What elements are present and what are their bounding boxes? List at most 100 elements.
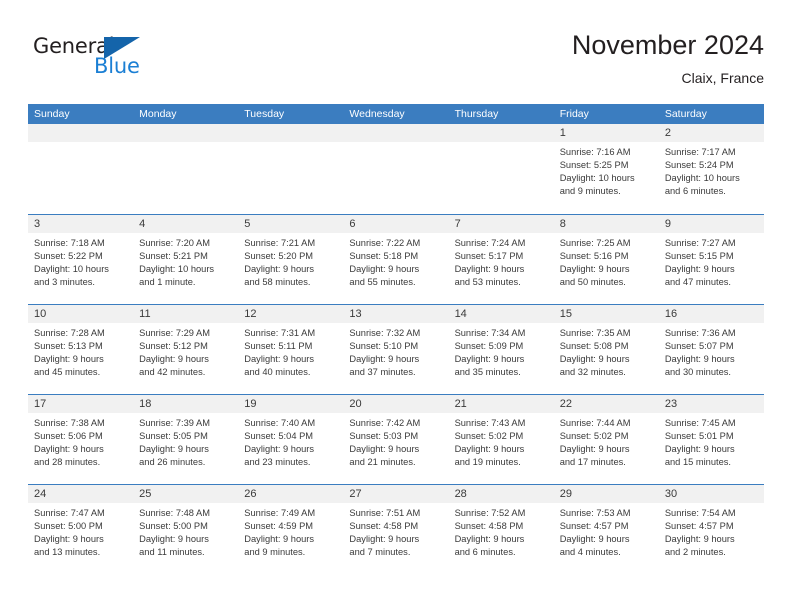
- day-detail-line: Daylight: 10 hours: [664, 173, 740, 184]
- day-number: 3: [34, 218, 41, 230]
- day-cell[interactable]: 9 Sunrise: 7:27 AM Sunset: 5:15 PM Daylight…: [658, 215, 764, 304]
- day-cell[interactable]: 28 Sunrise: 7:52 AM Sunset: 4:58 PM Dayligh…: [448, 485, 554, 574]
- day-details: Sunrise: 7:17 AM Sunset: 5:24 PM Daylight:…: [659, 142, 764, 198]
- general-blue-logo[interactable]: General Blue: [33, 34, 203, 90]
- day-number-strip: 28: [448, 485, 554, 503]
- day-cell[interactable]: 2 Sunrise: 7:17 AM Sunset: 5:24 PM Daylight…: [658, 124, 764, 214]
- day-cell[interactable]: 4 Sunrise: 7:20 AM Sunset: 5:21 PM Daylight…: [133, 215, 239, 304]
- day-cell[interactable]: 1 Sunrise: 7:16 AM Sunset: 5:25 PM Daylight…: [553, 124, 659, 214]
- day-cell[interactable]: 27 Sunrise: 7:51 AM Sunset: 4:58 PM Dayligh…: [343, 485, 449, 574]
- day-number: 9: [664, 218, 671, 230]
- day-cell[interactable]: 5 Sunrise: 7:21 AM Sunset: 5:20 PM Daylight…: [238, 215, 344, 304]
- day-cell[interactable]: 30 Sunrise: 7:54 AM Sunset: 4:57 PM Dayligh…: [658, 485, 764, 574]
- day-number: 29: [559, 488, 572, 500]
- day-cell[interactable]: 23 Sunrise: 7:45 AM Sunset: 5:01 PM Dayligh…: [658, 395, 764, 484]
- day-detail-line: Sunrise: 7:34 AM: [454, 328, 526, 338]
- calendar-week-row: 24 Sunrise: 7:47 AM Sunset: 5:00 PM Dayligh…: [28, 484, 764, 574]
- day-cell[interactable]: 21 Sunrise: 7:43 AM Sunset: 5:02 PM Dayligh…: [448, 395, 554, 484]
- day-number: 18: [139, 398, 152, 410]
- day-detail-line: Sunset: 5:10 PM: [349, 341, 419, 352]
- day-detail-line: Sunrise: 7:27 AM: [664, 238, 736, 248]
- day-detail-line: Sunset: 5:04 PM: [244, 431, 314, 442]
- day-detail-line: and 28 minutes.: [34, 457, 101, 468]
- day-detail-line: Sunrise: 7:16 AM: [559, 147, 631, 157]
- day-cell[interactable]: 13 Sunrise: 7:32 AM Sunset: 5:10 PM Dayligh…: [343, 305, 449, 394]
- day-cell[interactable]: 20 Sunrise: 7:42 AM Sunset: 5:03 PM Dayligh…: [343, 395, 449, 484]
- day-cell[interactable]: 3 Sunrise: 7:18 AM Sunset: 5:22 PM Daylight…: [28, 215, 134, 304]
- day-number-strip: [448, 124, 554, 142]
- day-cell-empty: [343, 124, 449, 214]
- day-number-strip: 22: [553, 395, 659, 413]
- day-cell[interactable]: 29 Sunrise: 7:53 AM Sunset: 4:57 PM Dayligh…: [553, 485, 659, 574]
- day-cell[interactable]: 19 Sunrise: 7:40 AM Sunset: 5:04 PM Dayligh…: [238, 395, 344, 484]
- day-cell[interactable]: 25 Sunrise: 7:48 AM Sunset: 5:00 PM Dayligh…: [133, 485, 239, 574]
- day-number-strip: [28, 124, 134, 142]
- day-cell[interactable]: 10 Sunrise: 7:28 AM Sunset: 5:13 PM Dayligh…: [28, 305, 134, 394]
- calendar-week-row: 3 Sunrise: 7:18 AM Sunset: 5:22 PM Daylight…: [28, 214, 764, 304]
- day-cell[interactable]: 18 Sunrise: 7:39 AM Sunset: 5:05 PM Dayligh…: [133, 395, 239, 484]
- day-number: 27: [349, 488, 362, 500]
- day-detail-line: Sunset: 5:02 PM: [559, 431, 629, 442]
- day-cell[interactable]: 26 Sunrise: 7:49 AM Sunset: 4:59 PM Dayligh…: [238, 485, 344, 574]
- day-cell[interactable]: 11 Sunrise: 7:29 AM Sunset: 5:12 PM Dayligh…: [133, 305, 239, 394]
- day-detail-line: Sunrise: 7:35 AM: [559, 328, 631, 338]
- day-detail-line: Daylight: 9 hours: [139, 354, 209, 365]
- day-detail-line: Sunrise: 7:24 AM: [454, 238, 526, 248]
- day-detail-line: Daylight: 9 hours: [454, 354, 525, 365]
- day-details: Sunrise: 7:38 AM Sunset: 5:06 PM Daylight:…: [28, 413, 133, 469]
- day-details: Sunrise: 7:16 AM Sunset: 5:25 PM Daylight:…: [554, 142, 659, 198]
- day-cell[interactable]: 14 Sunrise: 7:34 AM Sunset: 5:09 PM Dayligh…: [448, 305, 554, 394]
- day-detail-line: and 40 minutes.: [244, 367, 311, 378]
- page-header: General Blue November 2024 Claix, France: [28, 28, 764, 96]
- day-detail-line: Sunset: 5:17 PM: [454, 251, 524, 262]
- day-number: 24: [34, 488, 47, 500]
- day-detail-line: Sunrise: 7:36 AM: [664, 328, 736, 338]
- day-number: 21: [454, 398, 467, 410]
- day-number-strip: 23: [658, 395, 764, 413]
- day-cell[interactable]: 24 Sunrise: 7:47 AM Sunset: 5:00 PM Dayligh…: [28, 485, 134, 574]
- day-details: [343, 142, 448, 146]
- day-detail-line: Sunset: 5:02 PM: [454, 431, 524, 442]
- day-details: Sunrise: 7:45 AM Sunset: 5:01 PM Daylight:…: [659, 413, 764, 469]
- day-detail-line: Sunrise: 7:45 AM: [664, 418, 736, 428]
- day-number: 15: [559, 308, 572, 320]
- day-detail-line: and 35 minutes.: [454, 367, 521, 378]
- day-number: 28: [454, 488, 467, 500]
- day-number-strip: [238, 124, 344, 142]
- day-cell[interactable]: 16 Sunrise: 7:36 AM Sunset: 5:07 PM Dayligh…: [658, 305, 764, 394]
- day-detail-line: and 11 minutes.: [139, 547, 205, 558]
- day-detail-line: and 17 minutes.: [559, 457, 626, 468]
- day-detail-line: Sunrise: 7:20 AM: [139, 238, 210, 248]
- day-details: Sunrise: 7:47 AM Sunset: 5:00 PM Daylight:…: [28, 503, 133, 559]
- day-detail-line: and 53 minutes.: [454, 277, 521, 288]
- day-detail-line: Daylight: 9 hours: [664, 354, 735, 365]
- weekday-header-tuesday: Tuesday: [244, 108, 285, 120]
- day-number-strip: 26: [238, 485, 344, 503]
- logo-text-blue: Blue: [94, 54, 140, 78]
- day-details: [238, 142, 343, 146]
- day-detail-line: Daylight: 9 hours: [244, 354, 315, 365]
- day-details: Sunrise: 7:51 AM Sunset: 4:58 PM Daylight:…: [343, 503, 448, 559]
- day-detail-line: Daylight: 10 hours: [139, 264, 215, 275]
- day-number: 14: [454, 308, 467, 320]
- day-details: Sunrise: 7:25 AM Sunset: 5:16 PM Daylight:…: [554, 233, 659, 289]
- day-cell[interactable]: 7 Sunrise: 7:24 AM Sunset: 5:17 PM Daylight…: [448, 215, 554, 304]
- day-detail-line: Sunset: 4:57 PM: [664, 521, 734, 532]
- day-cell[interactable]: 12 Sunrise: 7:31 AM Sunset: 5:11 PM Dayligh…: [238, 305, 344, 394]
- day-detail-line: Daylight: 9 hours: [664, 534, 735, 545]
- day-number-strip: 5: [238, 215, 344, 233]
- day-cell-empty: [133, 124, 239, 214]
- weekday-header-monday: Monday: [139, 108, 177, 120]
- day-detail-line: Sunset: 5:13 PM: [34, 341, 103, 352]
- day-number: 26: [244, 488, 257, 500]
- weekday-header-thursday: Thursday: [454, 108, 499, 120]
- day-cell[interactable]: 17 Sunrise: 7:38 AM Sunset: 5:06 PM Dayligh…: [28, 395, 134, 484]
- day-cell[interactable]: 15 Sunrise: 7:35 AM Sunset: 5:08 PM Dayligh…: [553, 305, 659, 394]
- day-detail-line: and 19 minutes.: [454, 457, 521, 468]
- day-details: [28, 142, 133, 146]
- day-cell[interactable]: 8 Sunrise: 7:25 AM Sunset: 5:16 PM Daylight…: [553, 215, 659, 304]
- day-cell[interactable]: 22 Sunrise: 7:44 AM Sunset: 5:02 PM Dayligh…: [553, 395, 659, 484]
- day-number-strip: 30: [658, 485, 764, 503]
- day-detail-line: Daylight: 9 hours: [454, 444, 525, 455]
- day-cell[interactable]: 6 Sunrise: 7:22 AM Sunset: 5:18 PM Daylight…: [343, 215, 449, 304]
